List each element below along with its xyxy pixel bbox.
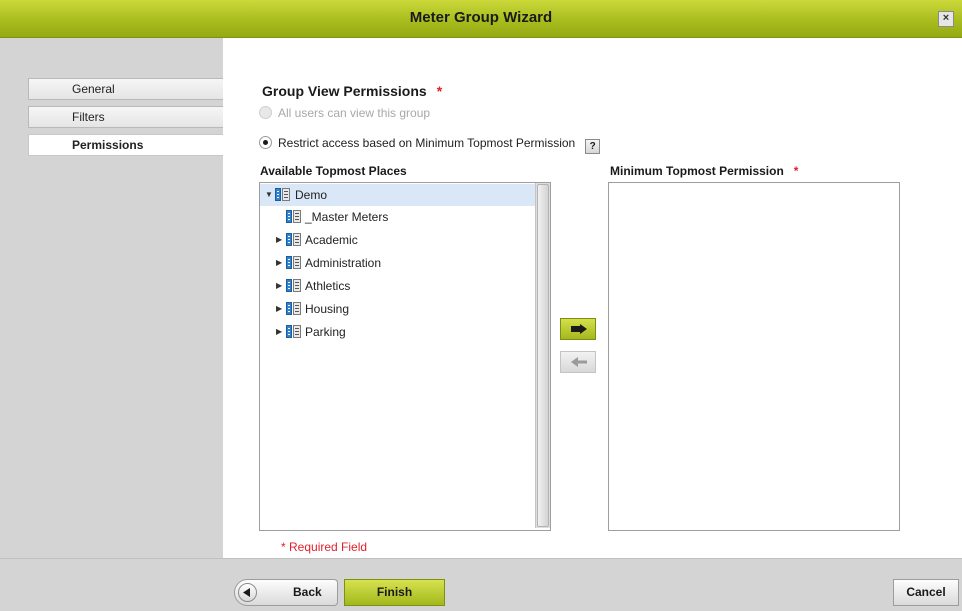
required-marker: * [793,164,799,178]
restrict-access-label: Restrict access based on Minimum Topmost… [278,136,576,150]
sidebar-item-general[interactable]: General [28,78,224,100]
required-marker: * [436,83,443,99]
tree-item-administration[interactable]: ▶ Administration [260,252,535,274]
wizard-steps-sidebar: General Filters Permissions [0,38,224,558]
sidebar-item-label: Filters [72,110,105,124]
building-icon [286,302,302,316]
restrict-access-radio[interactable] [259,136,272,149]
sidebar-item-filters[interactable]: Filters [28,106,224,128]
add-permission-button[interactable] [560,318,596,340]
close-icon[interactable]: × [938,11,954,27]
finish-button[interactable]: Finish [344,579,445,606]
sidebar-item-permissions[interactable]: Permissions [28,134,224,156]
all-users-radio[interactable] [259,106,272,119]
building-icon [286,256,302,270]
all-users-option[interactable]: All users can view this group [259,106,430,120]
arrow-left-icon [571,357,587,367]
window-title: Meter Group Wizard [409,9,553,26]
building-icon [275,188,291,202]
arrow-right-icon [571,324,587,334]
collapsed-arrow-icon[interactable]: ▶ [276,275,282,297]
all-users-label: All users can view this group [278,106,431,120]
collapsed-arrow-icon[interactable]: ▶ [276,321,282,343]
minimum-permission-list[interactable] [608,182,900,531]
cancel-button[interactable]: Cancel [893,579,959,606]
sidebar-item-label: Permissions [72,138,144,152]
tree-item-demo[interactable]: ▼ Demo [260,184,535,206]
tree-item-academic[interactable]: ▶ Academic [260,229,535,251]
back-arrow-icon [238,583,257,602]
tree-scrollbar[interactable] [535,183,550,528]
page-title: Group View Permissions * [262,83,443,99]
title-bar: Meter Group Wizard × [0,0,962,38]
permissions-panel: Group View Permissions * All users can vi… [223,38,962,558]
tree-item-housing[interactable]: ▶ Housing [260,298,535,320]
restrict-access-option[interactable]: Restrict access based on Minimum Topmost… [259,136,601,154]
sidebar-item-label: General [72,82,115,96]
available-places-tree[interactable]: ▼ Demo _Master Meters ▶ Academic ▶ Admin… [259,182,551,531]
back-button[interactable]: Back [234,579,338,606]
expanded-arrow-icon[interactable]: ▼ [265,184,273,206]
building-icon [286,210,302,224]
collapsed-arrow-icon[interactable]: ▶ [276,252,282,274]
required-field-note: * Required Field [281,540,368,554]
available-places-label: Available Topmost Places [260,164,407,178]
collapsed-arrow-icon[interactable]: ▶ [276,229,282,251]
tree-item-master-meters[interactable]: _Master Meters [260,206,535,228]
wizard-footer: Back Finish Cancel [0,558,962,611]
collapsed-arrow-icon[interactable]: ▶ [276,298,282,320]
remove-permission-button[interactable] [560,351,596,373]
tree-item-athletics[interactable]: ▶ Athletics [260,275,535,297]
building-icon [286,233,302,247]
help-icon[interactable]: ? [585,139,601,154]
building-icon [286,325,302,339]
building-icon [286,279,302,293]
scrollbar-thumb[interactable] [537,184,549,527]
tree-item-parking[interactable]: ▶ Parking [260,321,535,343]
minimum-permission-label: Minimum Topmost Permission * [610,164,799,178]
